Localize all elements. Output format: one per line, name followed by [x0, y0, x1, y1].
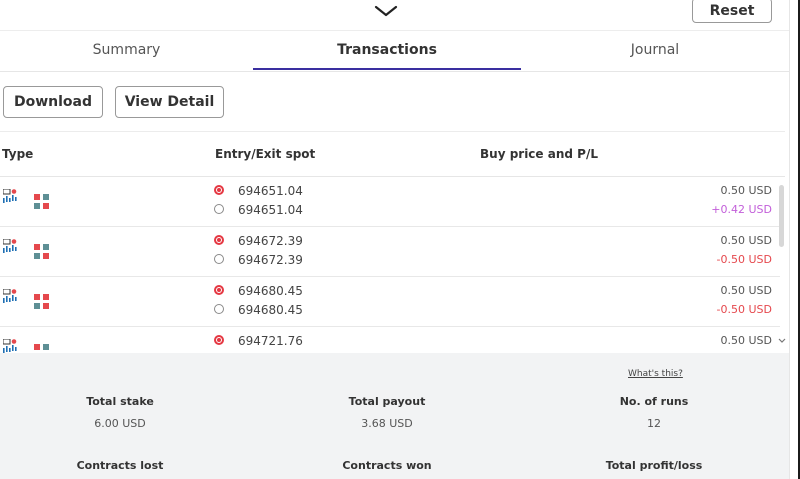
profit-loss: -0.50 USD	[716, 253, 772, 266]
transactions-panel: Reset Summary Transactions Journal Downl…	[0, 0, 789, 479]
window-edge	[789, 0, 800, 479]
total-profit-loss-label: Total profit/loss	[605, 459, 703, 472]
exit-spot-icon	[214, 204, 224, 214]
total-payout-value: 3.68 USD	[361, 417, 413, 430]
buy-price: 0.50 USD	[720, 334, 773, 347]
table-row[interactable]: 694680.45 694680.45 0.50 USD -0.50 USD	[0, 276, 780, 327]
column-header-price-pl: Buy price and P/L	[480, 147, 598, 161]
table-row[interactable]: 694672.39 694672.39 0.50 USD -0.50 USD	[0, 226, 780, 277]
exit-spot-value: 694672.39	[238, 253, 303, 267]
contracts-won-label: Contracts won	[342, 459, 432, 472]
buy-price: 0.50 USD	[720, 184, 773, 197]
table-row[interactable]: 694651.04 694651.04 0.50 USD +0.42 USD	[0, 176, 780, 227]
runs-value: 12	[647, 417, 661, 430]
total-stake-label: Total stake	[86, 395, 154, 408]
active-tab-indicator	[253, 68, 521, 70]
column-header-type: Type	[2, 147, 34, 161]
exit-spot-icon	[214, 254, 224, 264]
chart-type-icon	[3, 239, 17, 253]
column-header-entry-exit: Entry/Exit spot	[215, 147, 316, 161]
tab-bar: Summary Transactions Journal	[0, 30, 789, 72]
list-scrollbar-thumb[interactable]	[779, 185, 784, 247]
profit-loss: +0.42 USD	[711, 203, 772, 216]
entry-spot-value: 694651.04	[238, 184, 303, 198]
transactions-summary: What's this? Total stake 6.00 USD Total …	[0, 353, 789, 479]
tab-summary[interactable]: Summary	[0, 31, 253, 71]
exit-spot-value: 694651.04	[238, 203, 303, 217]
reset-button[interactable]: Reset	[692, 0, 772, 23]
contracts-lost-label: Contracts lost	[76, 459, 164, 472]
chart-type-icon	[3, 189, 17, 203]
total-payout-label: Total payout	[348, 395, 426, 408]
entry-spot-icon	[214, 285, 224, 295]
entry-spot-value: 694680.45	[238, 284, 303, 298]
buy-price: 0.50 USD	[720, 234, 773, 247]
tab-journal[interactable]: Journal	[521, 31, 789, 71]
digit-blocks-icon	[34, 294, 49, 309]
download-button[interactable]: Download	[3, 86, 103, 118]
buy-price: 0.50 USD	[720, 284, 773, 297]
tab-transactions[interactable]: Transactions	[253, 31, 521, 71]
digit-blocks-icon	[34, 194, 49, 209]
chevron-down-icon[interactable]	[374, 4, 398, 18]
exit-spot-value: 694680.45	[238, 303, 303, 317]
view-detail-button[interactable]: View Detail	[115, 86, 224, 118]
digit-blocks-icon	[34, 244, 49, 259]
entry-spot-icon	[214, 335, 224, 345]
entry-spot-value: 694721.76	[238, 334, 303, 348]
scroll-down-arrow-icon[interactable]	[778, 337, 786, 345]
transactions-list[interactable]: 694651.04 694651.04 0.50 USD +0.42 USD 6…	[0, 176, 789, 353]
total-stake-value: 6.00 USD	[94, 417, 146, 430]
table-row[interactable]: 694721.76 0.50 USD	[0, 326, 780, 353]
exit-spot-icon	[214, 304, 224, 314]
chart-type-icon	[3, 339, 17, 353]
chart-type-icon	[3, 289, 17, 303]
entry-spot-value: 694672.39	[238, 234, 303, 248]
digit-blocks-icon	[34, 344, 49, 350]
runs-label: No. of runs	[619, 395, 689, 408]
entry-spot-icon	[214, 235, 224, 245]
whats-this-link[interactable]: What's this?	[628, 369, 683, 379]
table-header: Type Entry/Exit spot Buy price and P/L	[0, 131, 785, 177]
profit-loss: -0.50 USD	[716, 303, 772, 316]
entry-spot-icon	[214, 185, 224, 195]
